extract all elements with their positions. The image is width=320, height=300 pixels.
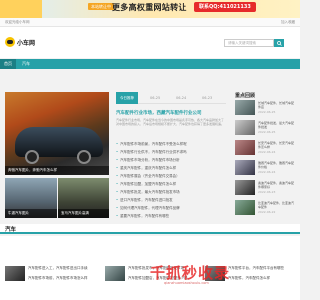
list-item[interactable]: 重要汽车配件，汽车配件有哪些 [116,212,226,220]
article-title[interactable]: 汽车配件，汽车配件怎么样 [228,276,296,281]
news-list: 汽车配件市场前景，汽车配件不受怎么样呢 汽车配件行业供不，汽车配件行业供不求吗 … [116,140,226,220]
thumb-caption[interactable]: 宝马汽车图片高清 [58,209,109,218]
article-title[interactable]: 汽车配件平台，汽车配件平台有哪些 [228,266,296,271]
list-item[interactable]: 汽车配件展会（齐全汽车配件交易会） [116,172,226,180]
featured-title[interactable]: 汽车配件行业市场，西藏汽车配件行业公司 [116,110,226,116]
site-name[interactable]: 小车网 [17,38,35,47]
list-item[interactable]: 重庆汽车配件，重庆汽车配件怎么样 [116,164,226,172]
sidebar-item-title[interactable]: 长城汽车配件，长城汽车配件店 [258,101,295,109]
list-item[interactable]: 汽车配件市场分析，汽车配件市场分析 [116,156,226,164]
sidebar-item-title[interactable]: 汽车配件批发，最大汽车配件批发 [258,121,295,129]
thumb-image[interactable]: 宝马汽车图片高清 [58,178,109,218]
featured-summary: 汽车配件行业市场，汽车配件在当今的中国市场是炙手可热，各大汽车品牌加大了对中国市… [116,118,225,126]
search-icon [276,40,282,46]
promo-banner[interactable]: 本站转让中 更多高权重网站转让 联系QQ:411021133 [0,0,300,18]
sidebar-item-title[interactable]: 比亚迪汽车配件，比亚迪汽车配件 [258,201,295,209]
watermark-url: qianzhuamiaoshoulu.com [164,281,209,285]
sidebar-item-date: 2022-06-25 [258,110,276,114]
sidebar-item[interactable]: 长安汽车配件，长安汽车配件怎么样 2022-06-24 [235,140,295,157]
tab-date[interactable]: 06-24 [172,92,190,104]
section-header: 汽车 [0,224,300,234]
nav-item-cars[interactable]: 汽车 [18,59,34,69]
search-input[interactable]: 请输入关键词搜索 [224,39,274,47]
top-bar: 欢迎光临小车网 加入收藏 [0,18,300,27]
sidebar-thumb[interactable] [235,160,255,175]
thumb-caption[interactable]: 牛逼汽车图片 [5,209,57,218]
featured-caption[interactable]: 奔驰汽车图片，奔驰汽车怎么样 [5,166,109,175]
tab-date[interactable]: 06-25 [146,92,164,104]
sidebar-thumb[interactable] [235,180,255,195]
tab-today[interactable]: 今日推荐 [116,92,138,104]
sidebar-item[interactable]: 长城汽车配件，长城汽车配件店 2022-06-25 [235,100,295,117]
sidebar-item[interactable]: 奥迪汽车配件，奥迪汽车配件哪家好 2022-06-23 [235,180,295,197]
featured-image[interactable]: 奔驰汽车图片，奔驰汽车怎么样 [5,92,109,175]
list-item[interactable]: 汽车配件加盟，加盟汽车配件怎么样 [116,180,226,188]
sidebar-item[interactable]: 比亚迪汽车配件，比亚迪汽车配件 2022-06-22 [235,200,295,217]
list-item[interactable]: 汽车配件批发，最大汽车配件批发市场 [116,188,226,196]
banner-decoration [0,0,42,18]
site-header: 小车网 请输入关键词搜索 [0,27,300,58]
sidebar-thumb[interactable] [235,100,255,115]
main-nav: 首页 汽车 [0,59,300,69]
list-item[interactable]: 如何代理汽车配件，代理汽车配件品牌 [116,204,226,212]
sidebar-thumb[interactable] [235,120,255,135]
sidebar-thumb[interactable] [235,140,255,155]
sidebar-item-title[interactable]: 雅阁汽车配件，雅阁汽车配件价格 [258,161,295,169]
article-title[interactable]: 汽车配件市场前，汽车配件市场怎么样 [28,276,98,281]
list-item[interactable]: 进口汽车配件，汽车配件进口批发 [116,196,226,204]
nav-item-home[interactable]: 首页 [0,59,16,69]
article-thumb[interactable] [105,266,125,281]
banner-contact[interactable]: 联系QQ:411021133 [194,2,256,12]
favorite-link[interactable]: 加入收藏 [281,20,295,25]
sidebar-item-date: 2022-06-23 [258,190,276,194]
sidebar-item-title[interactable]: 长安汽车配件，长安汽车配件怎么样 [258,141,295,149]
sidebar-title: 重点回顾 [235,93,256,99]
watermark-text: 千抓秒收录 [150,264,231,282]
article-thumb[interactable] [5,266,25,281]
welcome-text: 欢迎光临小车网 [5,20,30,24]
list-item[interactable]: 汽车配件行业供不，汽车配件行业供不求吗 [116,148,226,156]
section-title[interactable]: 汽车 [5,225,16,233]
article-title[interactable]: 汽车配件进入工，汽车配件进出口手续 [28,266,98,271]
logo-icon[interactable] [5,37,15,47]
search-button[interactable] [274,39,284,47]
date-tabs: 今日推荐 06-25 06-24 06-23 [116,92,226,104]
sidebar-item-date: 2022-06-24 [258,170,276,174]
sidebar-item[interactable]: 汽车配件批发，最大汽车配件批发 2022-06-25 [235,120,295,137]
sidebar-item-title[interactable]: 奥迪汽车配件，奥迪汽车配件哪家好 [258,181,295,189]
thumb-image[interactable]: 牛逼汽车图片 [5,178,57,218]
car-wheel [77,150,91,164]
sale-badge: 本站转让中 [88,3,114,10]
sidebar-thumb[interactable] [235,200,255,215]
sidebar-item-date: 2022-06-24 [258,150,276,154]
banner-headline: 更多高权重网站转让 [112,3,187,12]
car-wheel [25,150,39,164]
tab-date[interactable]: 06-23 [198,92,216,104]
sidebar-item-date: 2022-06-25 [258,130,276,134]
list-item[interactable]: 汽车配件市场前景，汽车配件不受怎么样呢 [116,140,226,148]
sidebar-item-date: 2022-06-22 [258,210,276,214]
sidebar-item[interactable]: 雅阁汽车配件，雅阁汽车配件价格 2022-06-24 [235,160,295,177]
